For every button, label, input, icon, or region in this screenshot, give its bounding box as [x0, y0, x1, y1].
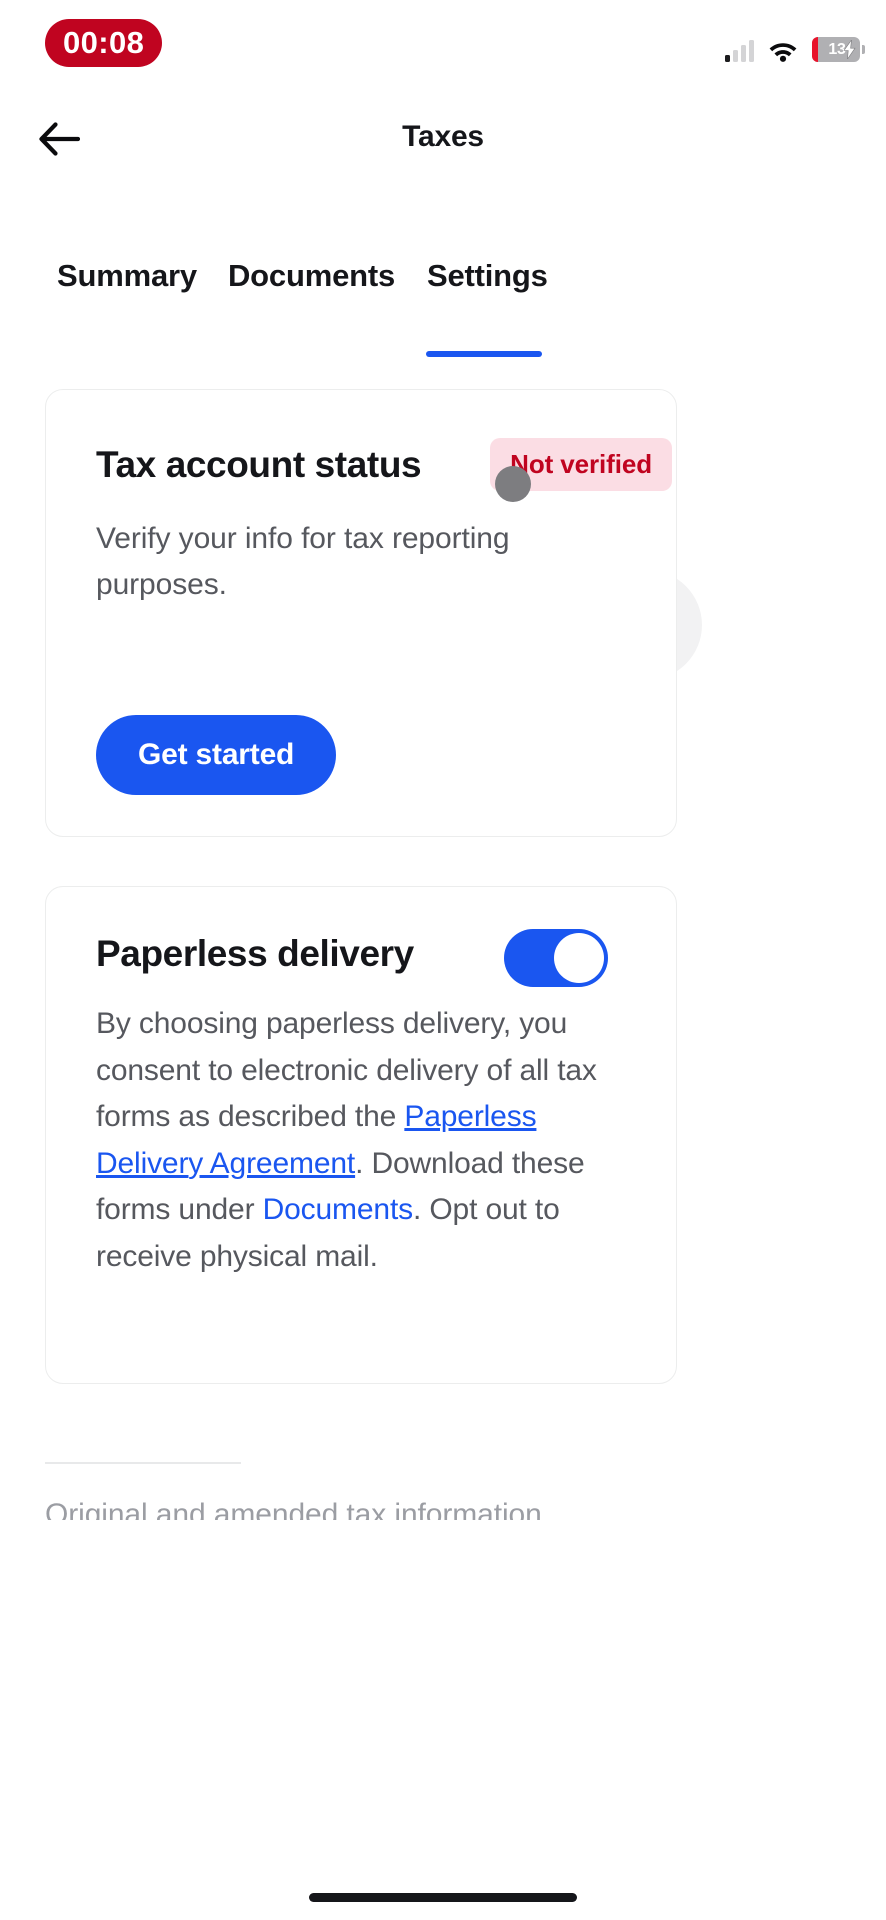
page-title: Taxes: [402, 120, 484, 153]
get-started-button[interactable]: Get started: [96, 715, 337, 795]
active-tab-indicator: [426, 351, 542, 357]
paperless-delivery-toggle[interactable]: [504, 929, 608, 987]
tab-summary[interactable]: Summary: [57, 258, 197, 302]
tax-status-title: Tax account status: [96, 444, 422, 485]
home-indicator[interactable]: [309, 1893, 577, 1902]
recording-timer-badge: 00:08: [45, 19, 163, 67]
toggle-knob: [554, 933, 604, 983]
paperless-title: Paperless delivery: [96, 933, 414, 974]
tax-account-status-card: Tax account status Not verified Verify y…: [45, 389, 677, 837]
tab-settings[interactable]: Settings: [427, 258, 548, 302]
documents-link[interactable]: Documents: [263, 1193, 414, 1226]
tax-status-description: Verify your info for tax reporting purpo…: [96, 521, 510, 601]
cursor-pointer: [495, 466, 531, 502]
paperless-description: By choosing paperless delivery, you cons…: [46, 975, 676, 1280]
tab-documents[interactable]: Documents: [228, 258, 395, 302]
tax-status-card-header: Tax account status Not verified: [46, 390, 676, 492]
charging-bolt-icon: [843, 40, 856, 59]
paperless-delivery-card: Paperless delivery By choosing paperless…: [45, 886, 677, 1384]
bottom-partial-text: Original and amended tax information: [45, 1498, 542, 1520]
nav-header: Taxes: [0, 110, 886, 170]
wifi-icon: [769, 43, 797, 62]
status-bar-indicators: 13: [725, 28, 865, 62]
section-divider: [45, 1462, 241, 1464]
cellular-signal-icon: [725, 40, 754, 62]
paperless-card-header: Paperless delivery: [46, 887, 676, 987]
battery-icon: 13: [812, 37, 865, 62]
status-bar: 00:08 13: [0, 0, 886, 92]
tab-bar: Summary Documents Settings: [0, 258, 886, 364]
